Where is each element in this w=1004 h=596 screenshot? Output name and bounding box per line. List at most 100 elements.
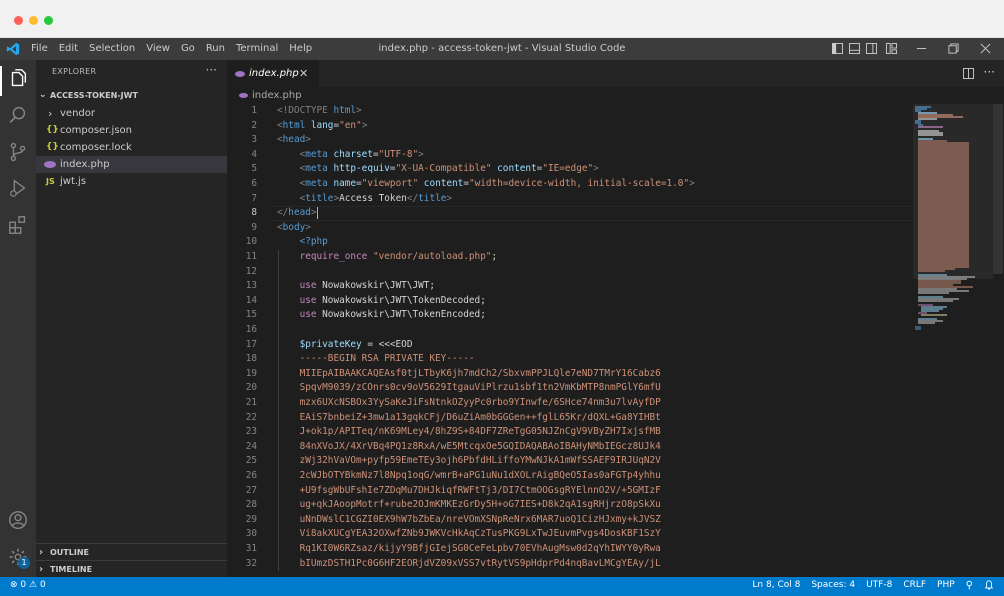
encoding[interactable]: UTF-8 — [866, 577, 892, 594]
active-indicator — [0, 66, 2, 96]
problems-status[interactable]: ⊗ 0 ⚠ 0 — [10, 577, 46, 594]
line-number: 30 — [245, 528, 257, 540]
tree-item-composer-json[interactable]: {} composer.json — [36, 122, 227, 139]
tok: head — [288, 207, 311, 219]
code-line-20: SpqvM9039/zCOnrs0cv9oV5629ItgauViPlrzu1s… — [277, 381, 661, 396]
feedback-icon[interactable]: ⚲ — [966, 577, 973, 594]
more-actions-icon[interactable]: ··· — [984, 65, 995, 79]
tok: title — [418, 192, 447, 204]
tok: ug+qkJAoopMotrf+rube2OJmKMKEzGrDy5H+oG7I… — [299, 499, 661, 511]
tok: > — [418, 148, 424, 160]
code-line-29: uNnDWslC1CGZI0EX9hW7bZbEa/nreVOmXSNpReNr… — [277, 513, 661, 528]
line-number: 31 — [245, 543, 257, 554]
language-mode[interactable]: PHP — [937, 577, 955, 594]
tok: > — [356, 105, 362, 116]
php-file-icon — [44, 161, 56, 168]
line-number: 5 — [251, 163, 257, 175]
close-window-dot[interactable] — [14, 16, 23, 25]
line-number: 9 — [251, 221, 257, 233]
json-file-icon: {} — [46, 125, 59, 135]
tok: use — [299, 280, 317, 292]
tree-item-label: composer.json — [60, 125, 133, 136]
outline-section[interactable]: › OUTLINE — [36, 543, 227, 560]
settings-update-badge: 1 — [18, 557, 30, 569]
toggle-panel-icon[interactable] — [849, 43, 860, 54]
tok: > — [305, 221, 311, 233]
minimap[interactable] — [913, 104, 993, 577]
code-line-28: ug+qkJAoopMotrf+rube2OJmKMKEzGrDy5H+oG7I… — [277, 498, 661, 513]
tok: Nowakowskir\JWT\JWT; — [316, 280, 436, 292]
workspace-folder[interactable]: ⌄ ACCESS-TOKEN-JWT — [36, 87, 227, 104]
tree-item-composer-lock[interactable]: {} composer.lock — [36, 139, 227, 156]
extensions-icon[interactable] — [7, 214, 29, 236]
code-line-9: <body> — [277, 221, 311, 236]
line-ending[interactable]: CRLF — [903, 577, 926, 594]
tok: lang — [305, 119, 334, 131]
restore-icon[interactable] — [948, 43, 959, 54]
files-icon[interactable] — [7, 68, 29, 90]
code-line-8: </head> — [277, 206, 318, 221]
account-icon[interactable] — [7, 509, 29, 531]
error-count: 0 — [20, 580, 27, 590]
os-window-bar — [0, 0, 1004, 38]
status-bar-right: Ln 8, Col 8 Spaces: 4 UTF-8 CRLF PHP ⚲ — [741, 577, 994, 594]
cursor-position[interactable]: Ln 8, Col 8 — [752, 577, 800, 594]
vertical-scrollbar[interactable] — [993, 104, 1003, 274]
close-icon[interactable] — [980, 43, 991, 54]
tree-item-label: vendor — [60, 108, 95, 119]
toggle-secondary-sidebar-icon[interactable] — [866, 43, 877, 54]
tok: EAiS7bnbeiZ+3mw1a13gqkCFj/D6uZiAm0bGGGen… — [299, 411, 661, 423]
breadcrumb-file[interactable]: index.php — [252, 90, 302, 101]
code-editor[interactable]: 1 2 3 4 5 6 7 8 9 10 11 12 13 14 15 16 17 18 19 20 21 22 23 24 2… — [227, 104, 911, 577]
tok: Nowakowskir\JWT\TokenEncoded; — [316, 309, 486, 321]
line-number: 7 — [251, 192, 257, 204]
code-line-15: use Nowakowskir\JWT\TokenEncoded; — [277, 308, 486, 323]
search-icon[interactable] — [7, 104, 29, 126]
minimize-window-dot[interactable] — [29, 16, 38, 25]
code-line-31: Rq1KI0W6RZsaz/kijyY9BfjGIejSG0CeFeLpbv70… — [277, 542, 661, 557]
close-tab-icon[interactable]: ✕ — [299, 67, 308, 80]
code-line-2: <html lang="en"> — [277, 119, 367, 134]
code-line-22: EAiS7bnbeiZ+3mw1a13gqkCFj/D6uZiAm0bGGGen… — [277, 411, 661, 426]
tok: mzx6UXcNSBOx3YySaKeJiFsNtnkOZyyPc0rbo9YI… — [299, 397, 661, 408]
tab-index-php[interactable]: index.php ✕ — [227, 60, 319, 87]
tree-item-vendor[interactable]: › vendor — [36, 105, 227, 122]
source-control-icon[interactable] — [7, 141, 29, 163]
split-editor-icon[interactable] — [963, 68, 974, 79]
more-actions-icon[interactable]: ··· — [206, 63, 217, 77]
tok: meta — [305, 148, 328, 160]
warning-count: 0 — [39, 580, 46, 590]
tok: meta — [305, 163, 328, 175]
code-line-32: bIUmzDSTH1Pc0G6HF2EORjdVZ09xVSS7vtRytVS9… — [277, 557, 661, 572]
line-number: 13 — [245, 280, 257, 292]
tok: Vi8akXUCgYEA32OXwfZNb9JWKVcHkAqCzTusPKG9… — [299, 528, 661, 540]
tok: "en" — [339, 119, 362, 131]
minimize-icon[interactable] — [916, 43, 927, 54]
explorer-header: EXPLORER — [52, 67, 97, 76]
timeline-section[interactable]: › TIMELINE — [36, 560, 227, 577]
notifications-bell-icon[interactable] — [984, 577, 994, 594]
code-line-25: zWj32hVaVOm+pyfp59EmeTEy3ojh6PbfdHLiffoY… — [277, 454, 661, 469]
code-line-3: <head> — [277, 133, 311, 148]
toggle-primary-sidebar-icon[interactable] — [832, 43, 843, 54]
tok: = — [361, 338, 379, 350]
explorer-sidebar: EXPLORER ··· ⌄ ACCESS-TOKEN-JWT › vendor… — [36, 60, 227, 577]
maximize-window-dot[interactable] — [44, 16, 53, 25]
line-number: 12 — [245, 265, 257, 277]
tok: SpqvM9039/zCOnrs0cv9oV5629ItgauViPlrzu1s… — [299, 382, 661, 394]
tok: charset — [327, 148, 373, 160]
tok: name — [327, 178, 357, 189]
line-number: 24 — [245, 440, 257, 452]
code-line-30: Vi8akXUCgYEA32OXwfZNb9JWKVcHkAqCzTusPKG9… — [277, 527, 661, 542]
line-number: 28 — [245, 499, 257, 511]
tok: content — [418, 178, 464, 189]
tok: > — [446, 192, 453, 204]
customize-layout-icon[interactable] — [886, 43, 897, 54]
error-icon: ⊗ — [10, 580, 18, 590]
indentation[interactable]: Spaces: 4 — [811, 577, 855, 594]
tree-item-index-php[interactable]: index.php — [36, 156, 227, 173]
code-line-21: mzx6UXcNSBOx3YySaKeJiFsNtnkOZyyPc0rbo9YI… — [277, 396, 661, 411]
line-number: 20 — [245, 382, 257, 394]
tree-item-jwt-js[interactable]: JS jwt.js — [36, 173, 227, 190]
run-debug-icon[interactable] — [7, 177, 29, 199]
